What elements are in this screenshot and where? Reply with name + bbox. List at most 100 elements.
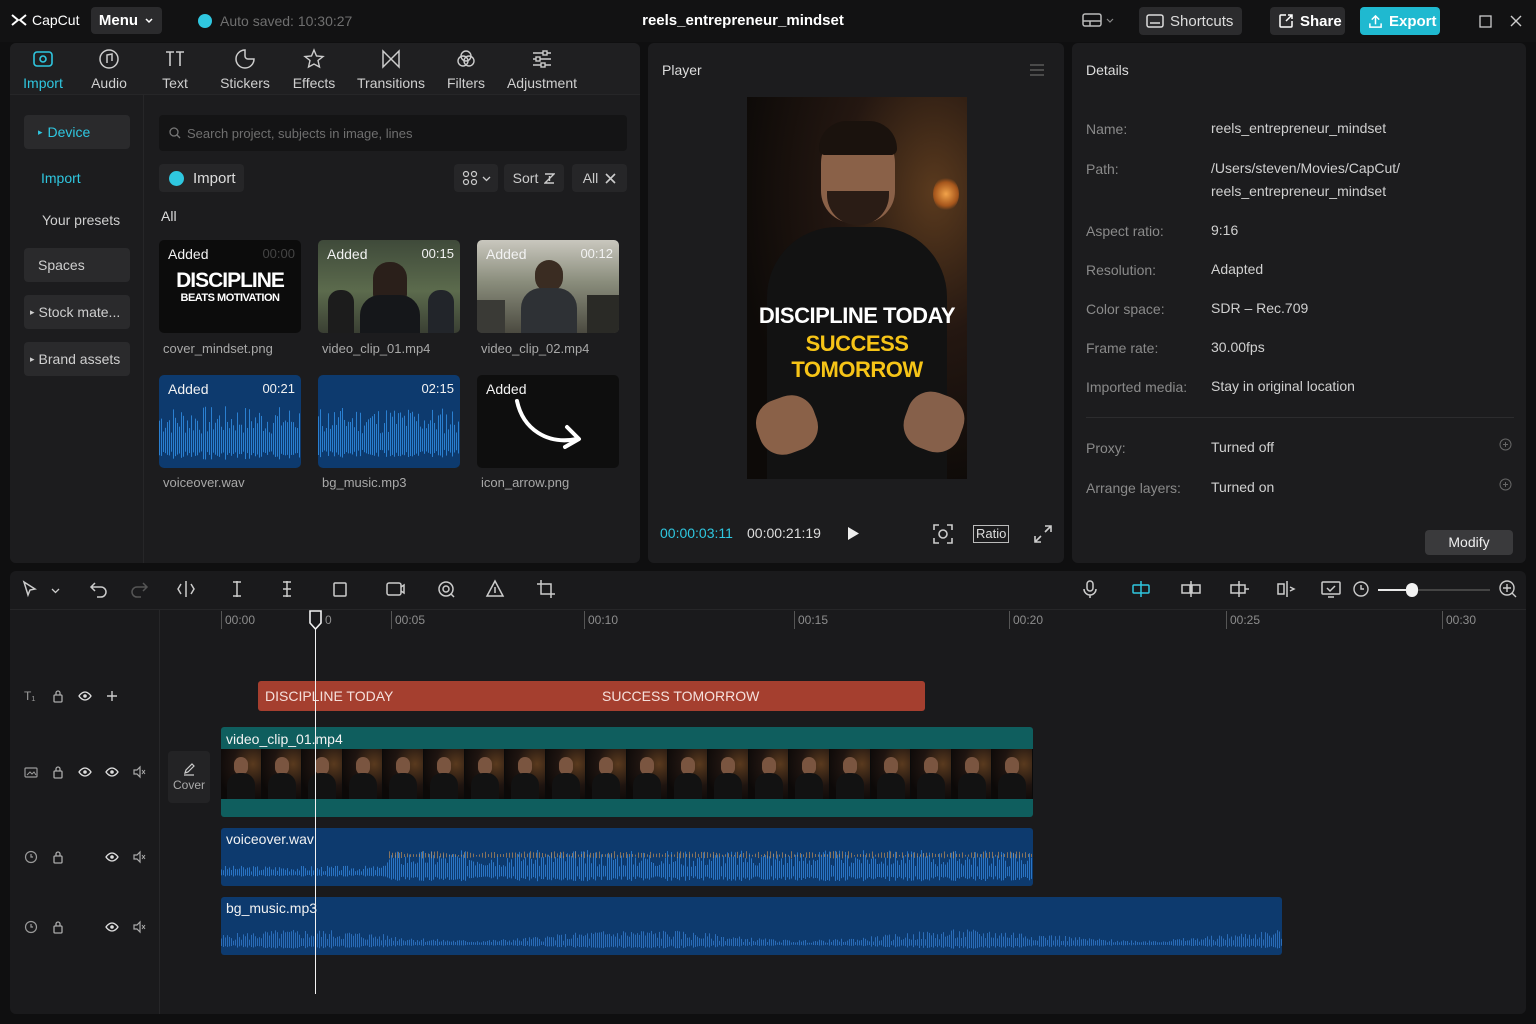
crop-icon[interactable]	[536, 579, 558, 601]
undo-icon[interactable]	[89, 579, 111, 601]
zoom-slider[interactable]	[1378, 583, 1490, 597]
sort-button[interactable]: Sort	[504, 164, 564, 192]
waveform-bar	[189, 428, 190, 454]
close-icon[interactable]	[1509, 14, 1523, 28]
filter-all-label: All	[582, 170, 599, 186]
import-button[interactable]: Import	[159, 164, 244, 192]
eye-icon[interactable]	[78, 689, 92, 703]
tab-text[interactable]: Text	[150, 43, 200, 95]
sidebar-item-import[interactable]: Import	[24, 161, 130, 195]
waveform-bar	[873, 856, 874, 880]
music-clip[interactable]: bg_music.mp3	[221, 897, 1282, 955]
mirror-icon[interactable]	[485, 579, 507, 601]
waveform-bar	[620, 852, 621, 858]
cover-button[interactable]: Cover	[168, 751, 210, 803]
waveform-bar	[255, 936, 256, 947]
cover-label: Cover	[172, 778, 205, 792]
video-clip[interactable]: video_clip_01.mp4	[221, 727, 1033, 817]
redo-icon[interactable]	[129, 579, 151, 601]
speaker-icon[interactable]	[132, 920, 146, 934]
waveform-bar	[271, 869, 272, 876]
waveform-bar	[411, 938, 412, 946]
waveform-bar	[817, 860, 818, 879]
delete-icon[interactable]	[330, 579, 352, 601]
waveform-bar	[891, 941, 892, 946]
playhead-handle-icon[interactable]	[308, 610, 323, 630]
fullscreen-icon[interactable]	[1034, 525, 1052, 543]
sidebar-item-spaces[interactable]: Spaces	[24, 248, 130, 282]
playhead-line[interactable]	[315, 625, 316, 994]
chevron-down-icon[interactable]	[51, 587, 60, 595]
microphone-icon[interactable]	[1080, 579, 1102, 601]
text-clip[interactable]: DISCIPLINE TODAY SUCCESS TOMORROW	[258, 681, 925, 711]
waveform-bar	[584, 851, 585, 859]
tab-effects[interactable]: Effects	[288, 43, 340, 95]
lock-icon[interactable]	[51, 689, 65, 703]
video-preview[interactable]: DISCIPLINE TODAY SUCCESS TOMORROW	[747, 97, 967, 479]
eye-icon[interactable]	[105, 920, 119, 934]
auto-snap-icon[interactable]	[1180, 579, 1202, 601]
maximize-icon[interactable]	[1479, 15, 1492, 28]
waveform-bar	[332, 425, 333, 453]
lock-icon[interactable]	[51, 850, 65, 864]
ratio-button[interactable]: Ratio	[973, 525, 1010, 543]
player-menu-icon[interactable]	[1029, 63, 1045, 77]
waveform-bar	[1165, 941, 1166, 945]
media-item-voiceover[interactable]: Added 00:21	[159, 375, 301, 468]
zoom-out-icon[interactable]	[1352, 579, 1370, 601]
voiceover-clip[interactable]: voiceover.wav	[221, 828, 1033, 886]
lock-icon[interactable]	[51, 920, 65, 934]
sidebar-item-stock[interactable]: ▸ Stock mate...	[24, 295, 130, 329]
view-mode-button[interactable]	[454, 164, 498, 192]
eye-icon[interactable]	[78, 765, 92, 779]
media-item-music[interactable]: 02:15	[318, 375, 460, 468]
tab-import[interactable]: Import	[12, 43, 74, 95]
split-icon[interactable]	[176, 579, 198, 601]
trim-left-icon[interactable]	[227, 579, 249, 601]
freeze-frame-icon[interactable]	[385, 579, 407, 601]
tab-adjustment[interactable]: Adjustment	[504, 43, 580, 95]
tab-stickers[interactable]: Stickers	[214, 43, 276, 95]
zoom-slider-knob[interactable]	[1405, 583, 1418, 597]
screen-preview-icon[interactable]	[1320, 579, 1342, 601]
linkage-icon[interactable]	[1228, 579, 1250, 601]
search-input[interactable]: Search project, subjects in image, lines	[159, 115, 627, 151]
tab-audio[interactable]: Audio	[82, 43, 136, 95]
sidebar-item-brand[interactable]: ▸ Brand assets	[24, 342, 130, 376]
waveform-bar	[827, 942, 828, 945]
zoom-in-icon[interactable]	[1498, 579, 1520, 601]
media-item-video-2[interactable]: Added 00:12	[477, 240, 619, 333]
shortcuts-button[interactable]: Shortcuts	[1139, 7, 1242, 35]
trim-right-icon[interactable]	[277, 579, 299, 601]
speaker-icon[interactable]	[132, 765, 146, 779]
waveform-bar	[378, 411, 379, 457]
eye-icon[interactable]	[105, 850, 119, 864]
reverse-icon[interactable]	[436, 579, 458, 601]
media-item-arrow[interactable]: Added	[477, 375, 619, 468]
filter-all-button[interactable]: All	[572, 164, 627, 192]
play-icon[interactable]	[847, 526, 860, 541]
detail-label: Color space:	[1086, 301, 1165, 317]
media-item-video-1[interactable]: Added 00:15	[318, 240, 460, 333]
sidebar-item-device[interactable]: ▸ Device	[24, 115, 130, 149]
info-icon[interactable]	[1499, 478, 1512, 491]
add-track-icon[interactable]	[105, 689, 119, 703]
select-tool-icon[interactable]	[20, 579, 42, 601]
tab-transitions[interactable]: Transitions	[352, 43, 430, 95]
main-track-magnet-icon[interactable]	[1130, 579, 1152, 601]
modify-button[interactable]: Modify	[1425, 530, 1513, 555]
fit-screen-icon[interactable]	[933, 524, 953, 544]
export-button[interactable]: Export	[1360, 7, 1440, 35]
media-item-cover[interactable]: Added 00:00 DISCIPLINE BEATS MOTIVATION	[159, 240, 301, 333]
tab-filters[interactable]: Filters	[442, 43, 490, 95]
eye-icon[interactable]	[105, 765, 119, 779]
speaker-icon[interactable]	[132, 850, 146, 864]
waveform-bar	[239, 937, 240, 947]
lock-icon[interactable]	[51, 765, 65, 779]
info-icon[interactable]	[1499, 438, 1512, 451]
waveform-bar	[683, 865, 684, 877]
sidebar-item-presets[interactable]: Your presets	[24, 203, 144, 237]
share-button[interactable]: Share	[1270, 7, 1345, 35]
preview-axis-icon[interactable]	[1276, 579, 1298, 601]
layout-button[interactable]	[1082, 12, 1114, 28]
